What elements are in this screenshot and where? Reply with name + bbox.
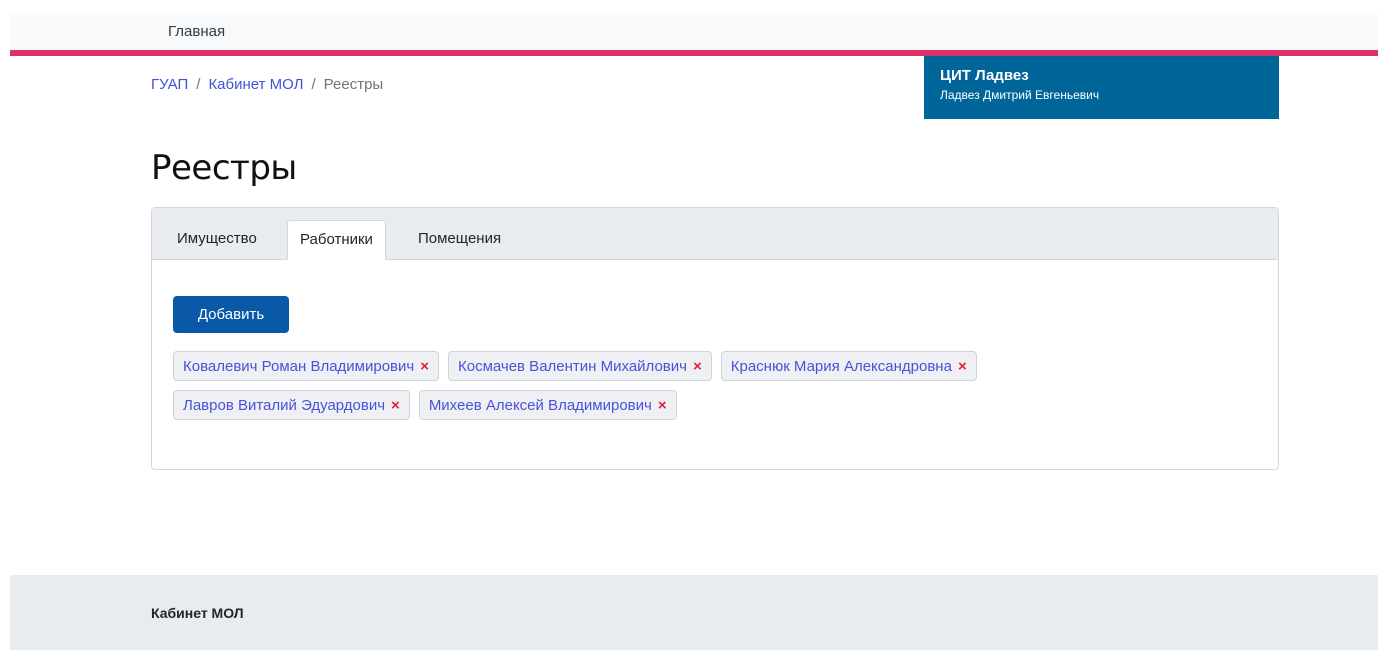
user-info-box: ЦИТ Ладвез Ладвез Дмитрий Евгеньевич [924,56,1279,119]
breadcrumb: ГУАП / Кабинет МОЛ / Реестры [151,76,383,93]
page-title: Реестры [151,148,297,188]
remove-icon[interactable]: × [658,397,667,414]
breadcrumb-link-guap[interactable]: ГУАП [151,76,188,93]
worker-chip[interactable]: Лавров Виталий Эдуардович × [173,390,410,420]
remove-icon[interactable]: × [391,397,400,414]
breadcrumb-current: Реестры [323,76,384,93]
chip-row: Лавров Виталий Эдуардович × Михеев Алекс… [173,390,1253,420]
add-button[interactable]: Добавить [173,296,289,333]
worker-chip[interactable]: Ковалевич Роман Владимирович × [173,351,439,381]
tab-workers[interactable]: Работники [287,220,386,260]
user-name: Ладвез Дмитрий Евгеньевич [940,88,1100,102]
breadcrumb-separator: / [196,76,201,93]
footer: Кабинет МОЛ [10,575,1378,650]
worker-chip-label: Космачев Валентин Михайлович [457,357,687,375]
registry-card: Имущество Работники Помещения Добавить К… [151,207,1279,470]
worker-chip-label: Краснюк Мария Александровна [730,357,952,375]
worker-chip-label: Михеев Алексей Владимирович [428,396,652,414]
worker-chip-label: Лавров Виталий Эдуардович [183,396,386,414]
nav-home-link[interactable]: Главная [168,23,225,40]
footer-title: Кабинет МОЛ [151,605,244,621]
top-navbar: Главная [10,13,1378,50]
workers-list: Ковалевич Роман Владимирович × Космачев … [173,351,1253,429]
worker-chip[interactable]: Михеев Алексей Владимирович × [418,390,677,420]
remove-icon[interactable]: × [420,358,429,375]
tab-property[interactable]: Имущество [165,220,269,259]
remove-icon[interactable]: × [693,358,702,375]
breadcrumb-link-cabinet[interactable]: Кабинет МОЛ [208,76,303,93]
breadcrumb-separator: / [311,76,316,93]
worker-chip[interactable]: Краснюк Мария Александровна × [720,351,977,381]
worker-chip-label: Ковалевич Роман Владимирович [183,357,415,375]
tab-rooms[interactable]: Помещения [406,220,513,259]
tabs-bar: Имущество Работники Помещения [152,208,1278,260]
worker-chip[interactable]: Космачев Валентин Михайлович × [447,351,712,381]
remove-icon[interactable]: × [958,358,967,375]
chip-row: Ковалевич Роман Владимирович × Космачев … [173,351,1253,381]
user-org: ЦИТ Ладвез [940,67,1029,84]
